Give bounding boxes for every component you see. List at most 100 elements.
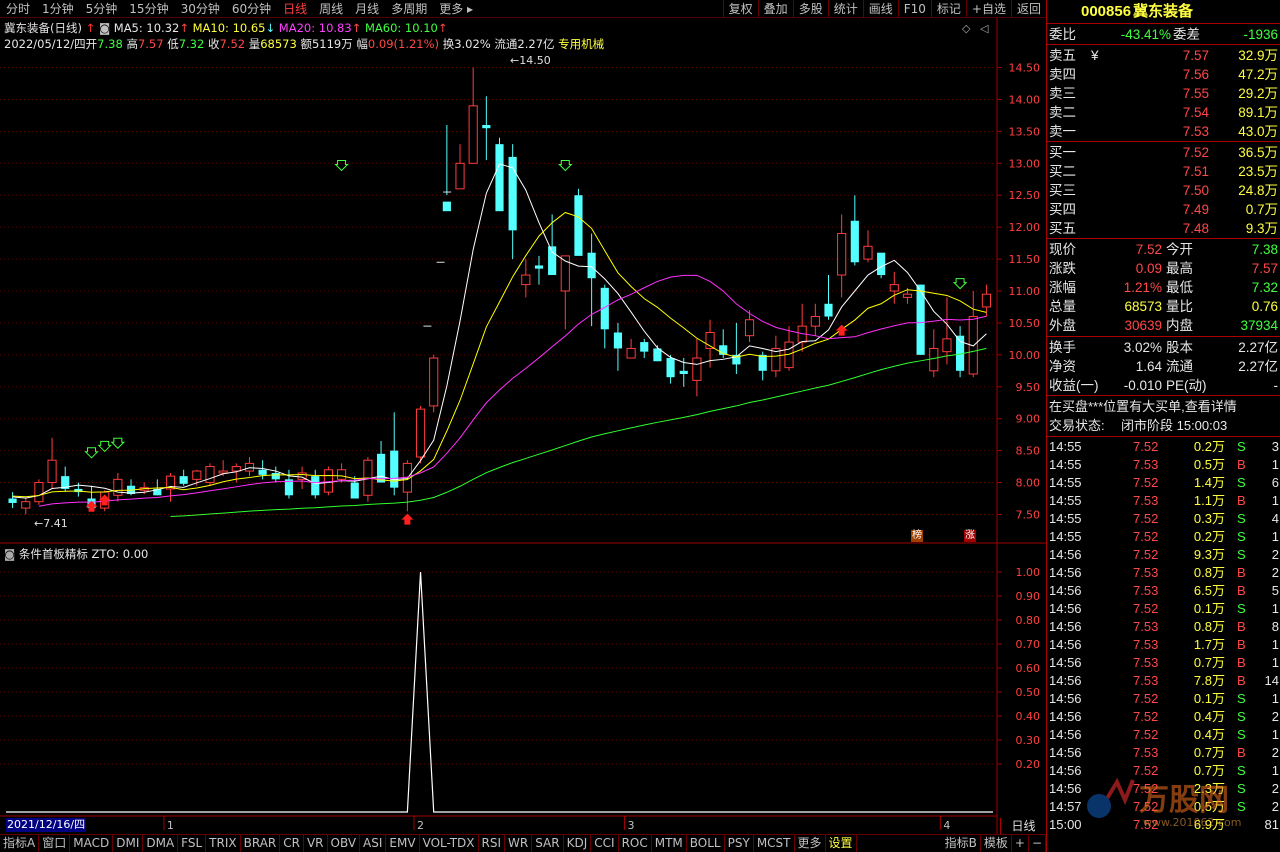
info-date: 2022/05/12/四 xyxy=(4,37,86,51)
indicator-tab[interactable]: RSI xyxy=(479,835,506,852)
candle-body xyxy=(587,252,596,279)
ask-row[interactable]: 卖一 7.53 43.0万 xyxy=(1047,122,1280,141)
tick-count: 1 xyxy=(1271,763,1279,778)
rank-badge[interactable]: 榜 xyxy=(911,530,923,542)
indicator-tab[interactable]: MTM xyxy=(652,835,687,852)
price-tick-label: 13.00 xyxy=(1009,157,1041,170)
bid-row[interactable]: 买一 7.52 36.5万 xyxy=(1047,143,1280,162)
indicator-tab[interactable]: ROC xyxy=(619,835,652,852)
big-order-notice[interactable]: 在买盘***位置有大买单,查看详情 xyxy=(1047,397,1280,416)
settings-toggle-icon[interactable]: ◙ xyxy=(99,21,110,35)
ma20-up-icon: ↑ xyxy=(351,21,362,35)
candle xyxy=(390,412,399,496)
tick-price: 7.53 xyxy=(1133,637,1159,652)
indicator-tab[interactable]: KDJ xyxy=(564,835,592,852)
candle-body xyxy=(640,342,649,352)
tick-time: 14:56 xyxy=(1049,745,1082,760)
indicator-tab[interactable]: FSL xyxy=(178,835,207,852)
candle-body xyxy=(311,476,320,496)
indicator-tab[interactable]: ASI xyxy=(360,835,387,852)
template-tab[interactable]: 指标B xyxy=(942,835,981,852)
quote-panel: 000856 冀东装备 委比 -43.41% 委差 -1936 卖五 ¥7.57 3… xyxy=(1046,0,1280,852)
bid-row[interactable]: 买二 7.51 23.5万 xyxy=(1047,162,1280,181)
status-value: 闭市阶段 15:00:03 xyxy=(1121,418,1228,433)
tick-volume: 0.2万 xyxy=(1193,439,1225,454)
candle-body xyxy=(442,201,451,212)
stat-label: 涨幅 xyxy=(1049,280,1076,295)
period-label[interactable]: 日线 xyxy=(1000,818,1046,834)
indicator-tab[interactable]: CR xyxy=(280,835,304,852)
candle xyxy=(797,303,807,352)
tick-time: 14:55 xyxy=(1049,529,1082,544)
tick-count: 1 xyxy=(1271,727,1279,742)
tick-volume: 6.5万 xyxy=(1193,583,1225,598)
candle xyxy=(574,188,583,256)
indicator-tab[interactable]: MACD xyxy=(70,835,114,852)
indicator-tab[interactable]: 更多 xyxy=(795,835,826,852)
weibi-label: 委比 xyxy=(1049,27,1076,42)
tick-row: 15:00 7.52 6.9万 81 xyxy=(1047,816,1280,834)
indicator-tab[interactable]: 窗口 xyxy=(39,835,71,852)
ask-row[interactable]: 卖二 7.54 89.1万 xyxy=(1047,103,1280,122)
stat-label: PE(动) xyxy=(1166,378,1207,393)
indicator-tab[interactable]: MCST xyxy=(754,835,795,852)
tick-side: S xyxy=(1237,475,1246,490)
chart-canvas[interactable]: 7.508.008.509.009.5010.0010.5011.0011.50… xyxy=(0,0,1046,852)
template-tab[interactable]: + xyxy=(1012,835,1029,852)
candle-body xyxy=(218,470,228,474)
limit-up-badge[interactable]: 涨 xyxy=(964,530,976,542)
indicator-tab[interactable]: OBV xyxy=(328,835,361,852)
indicator-tab[interactable]: VR xyxy=(304,835,328,852)
tick-time: 14:56 xyxy=(1049,763,1082,778)
indicator-tab[interactable]: 指标A xyxy=(0,835,40,852)
indicator-tab[interactable]: BOLL xyxy=(687,835,725,852)
ask-row[interactable]: 卖三 7.55 29.2万 xyxy=(1047,84,1280,103)
candle-body xyxy=(521,274,531,286)
diamond-icon[interactable]: ◇ xyxy=(962,22,970,35)
candle xyxy=(521,259,531,298)
indicator-tab[interactable]: 设置 xyxy=(826,835,857,852)
template-tab[interactable]: 模板 xyxy=(981,835,1012,852)
sector-label[interactable]: 专用机械 xyxy=(558,37,604,51)
indicator-tab[interactable]: EMV xyxy=(386,835,420,852)
candle xyxy=(21,498,31,515)
ask-price: 7.54 xyxy=(1182,105,1209,120)
candle-body xyxy=(244,462,255,472)
tick-row: 14:56 7.52 0.4万 S 2 xyxy=(1047,708,1280,726)
bid-row[interactable]: 买五 7.48 9.3万 xyxy=(1047,219,1280,238)
stat-label: 最低 xyxy=(1166,280,1193,295)
candle xyxy=(284,469,294,499)
panel-toggle-icon[interactable]: ◁ xyxy=(980,22,988,35)
stat-value: 1.21% xyxy=(1123,280,1162,295)
candle xyxy=(626,338,636,359)
stock-code: 000856 xyxy=(1081,3,1132,20)
ask-row[interactable]: 卖四 7.56 47.2万 xyxy=(1047,65,1280,84)
indicator-tab[interactable]: TRIX xyxy=(206,835,241,852)
vol-label: 量 xyxy=(248,37,261,51)
tick-side: B xyxy=(1237,565,1246,580)
low-value: 7.32 xyxy=(178,37,205,51)
bid-row[interactable]: 买三 7.50 24.8万 xyxy=(1047,181,1280,200)
tick-row: 14:56 7.53 0.7万 B 1 xyxy=(1047,654,1280,672)
indicator-tab[interactable]: WR xyxy=(505,835,533,852)
indicator-tab[interactable]: DMA xyxy=(143,835,179,852)
candle-body xyxy=(21,501,31,509)
close-label: 收 xyxy=(207,37,220,51)
stat-label: 外盘 xyxy=(1049,318,1076,333)
indicator-tab[interactable]: CCI xyxy=(591,835,619,852)
indicator-toggle-icon[interactable]: ◙ xyxy=(4,547,15,561)
weibi-value: -43.41% xyxy=(1120,27,1171,42)
indicator-tab[interactable]: SAR xyxy=(532,835,564,852)
bid-volume: 0.7万 xyxy=(1245,202,1278,217)
indicator-tab[interactable]: DMI xyxy=(113,835,144,852)
bid-row[interactable]: 买四 7.49 0.7万 xyxy=(1047,200,1280,219)
indicator-tab[interactable]: PSY xyxy=(725,835,754,852)
candle-body xyxy=(981,293,991,308)
indicator-tab[interactable]: VOL-TDX xyxy=(420,835,479,852)
ask-row[interactable]: 卖五 ¥7.57 32.9万 xyxy=(1047,46,1280,65)
stats-divider xyxy=(1047,336,1280,337)
indicator-tab[interactable]: BRAR xyxy=(241,835,281,852)
tick-volume: 9.3万 xyxy=(1193,547,1225,562)
ask-price: 7.53 xyxy=(1182,124,1209,139)
template-tab[interactable]: − xyxy=(1029,835,1046,852)
